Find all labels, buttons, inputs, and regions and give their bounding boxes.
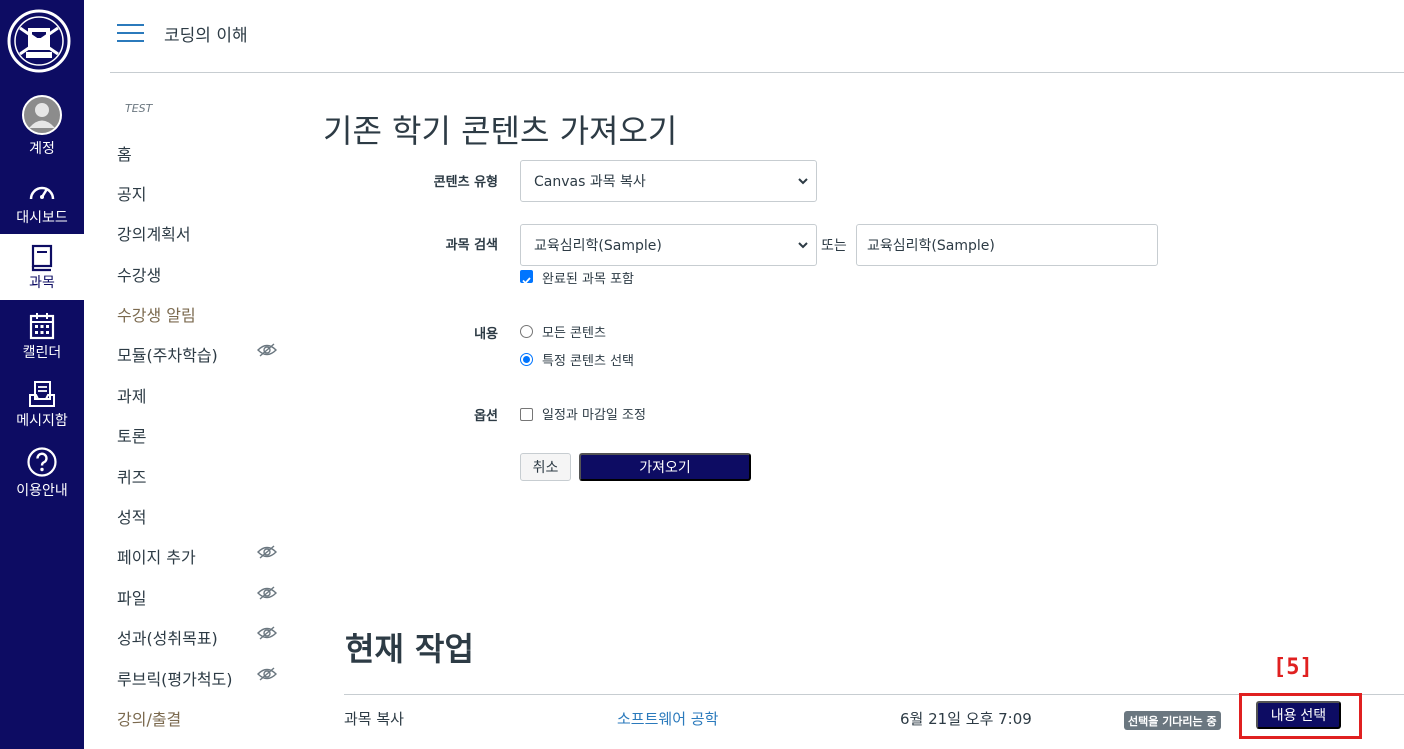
course-nav-syllabus[interactable]: 강의계획서 xyxy=(117,221,191,245)
content-type-label: 콘텐츠 유형 xyxy=(433,175,498,190)
nav-inbox-label: 메시지함 xyxy=(16,413,68,429)
hidden-eye-icon xyxy=(257,343,277,357)
calendar-icon xyxy=(22,306,62,346)
avatar-icon xyxy=(22,95,62,135)
course-nav-pages[interactable]: 페이지 추가 xyxy=(117,544,196,568)
global-nav: 계정 대시보드 과목 캘린더 메시지함 이용안내 xyxy=(0,0,84,749)
nav-dashboard[interactable]: 대시보드 xyxy=(0,172,84,238)
job-date: 6월 21일 오후 7:09 xyxy=(900,710,1032,728)
course-nav-quizzes[interactable]: 퀴즈 xyxy=(117,464,146,488)
course-nav-outcomes[interactable]: 성과(성취목표) xyxy=(117,625,218,649)
course-search-input[interactable]: 교육심리학(Sample) xyxy=(856,224,1158,266)
course-nav-discussions[interactable]: 토론 xyxy=(117,423,146,447)
nav-calendar[interactable]: 캘린더 xyxy=(0,306,84,372)
nav-courses[interactable]: 과목 xyxy=(0,234,84,300)
include-completed-checkbox[interactable] xyxy=(520,270,533,285)
course-nav-rubrics[interactable]: 루브릭(평가척도) xyxy=(117,666,233,690)
page-title: 기존 학기 콘텐츠 가져오기 xyxy=(323,112,678,150)
nav-account[interactable]: 계정 xyxy=(0,92,84,158)
all-content-radio[interactable] xyxy=(520,325,533,338)
job-source-link[interactable]: 소프트웨어 공학 xyxy=(617,708,718,729)
university-logo[interactable] xyxy=(6,8,72,74)
course-search-input-value: 교육심리학(Sample) xyxy=(867,238,995,254)
hidden-eye-icon xyxy=(257,545,277,559)
header-divider xyxy=(110,72,1404,73)
course-nav-student-alerts[interactable]: 수강생 알림 xyxy=(117,302,196,326)
help-icon xyxy=(22,442,62,482)
checkmark-icon xyxy=(522,277,531,285)
course-search-select[interactable]: 교육심리학(Sample) xyxy=(520,224,817,266)
course-nav-attendance[interactable]: 강의/출결 xyxy=(117,706,181,730)
options-label: 옵션 xyxy=(474,409,498,424)
cancel-button[interactable]: 취소 xyxy=(520,453,571,481)
course-search-select-value: 교육심리학(Sample) xyxy=(534,238,662,254)
content-label: 내용 xyxy=(474,327,498,342)
course-nav-home[interactable]: 홈 xyxy=(117,141,132,165)
content-type-value: Canvas 과목 복사 xyxy=(534,174,646,190)
dashboard-icon xyxy=(22,172,62,212)
course-term: TEST xyxy=(125,102,153,115)
status-badge: 선택을 기다리는 중 xyxy=(1124,711,1221,730)
course-nav-files[interactable]: 파일 xyxy=(117,585,146,609)
import-button[interactable]: 가져오기 xyxy=(579,453,751,481)
nav-inbox[interactable]: 메시지함 xyxy=(0,374,84,440)
step-annotation: [5] xyxy=(1273,655,1313,680)
adjust-dates-label[interactable]: 일정과 마감일 조정 xyxy=(542,404,646,423)
chevron-down-icon xyxy=(798,178,808,185)
nav-calendar-label: 캘린더 xyxy=(22,345,62,361)
nav-account-label: 계정 xyxy=(29,141,55,157)
hidden-eye-icon xyxy=(257,667,277,681)
include-completed-label[interactable]: 완료된 과목 포함 xyxy=(542,268,634,287)
inbox-icon xyxy=(22,374,62,414)
select-content-button[interactable]: 내용 선택 xyxy=(1256,701,1341,729)
course-menu-toggle[interactable] xyxy=(117,24,144,44)
specific-content-label[interactable]: 특정 콘텐츠 선택 xyxy=(542,350,634,369)
breadcrumb[interactable]: 코딩의 이해 xyxy=(164,21,248,46)
job-type: 과목 복사 xyxy=(344,710,404,728)
nav-help-label: 이용안내 xyxy=(16,483,68,499)
course-nav-assignments[interactable]: 과제 xyxy=(117,383,146,407)
specific-content-radio[interactable] xyxy=(520,353,533,366)
nav-dashboard-label: 대시보드 xyxy=(16,210,68,226)
course-nav-people[interactable]: 수강생 xyxy=(117,262,161,286)
nav-courses-label: 과목 xyxy=(29,275,55,291)
nav-help[interactable]: 이용안내 xyxy=(0,442,84,508)
course-search-label: 과목 검색 xyxy=(445,238,498,253)
hidden-eye-icon xyxy=(257,586,277,600)
content-type-select[interactable]: Canvas 과목 복사 xyxy=(520,160,817,202)
course-nav-announcements[interactable]: 공지 xyxy=(117,181,146,205)
or-text: 또는 xyxy=(821,238,847,254)
all-content-label[interactable]: 모든 콘텐츠 xyxy=(542,322,606,341)
course-nav-grades[interactable]: 성적 xyxy=(117,504,146,528)
course-nav-modules[interactable]: 모듈(주차학습) xyxy=(117,342,218,366)
hidden-eye-icon xyxy=(257,626,277,640)
current-jobs-title: 현재 작업 xyxy=(345,630,474,668)
adjust-dates-checkbox[interactable] xyxy=(520,408,533,421)
chevron-down-icon xyxy=(798,242,808,249)
